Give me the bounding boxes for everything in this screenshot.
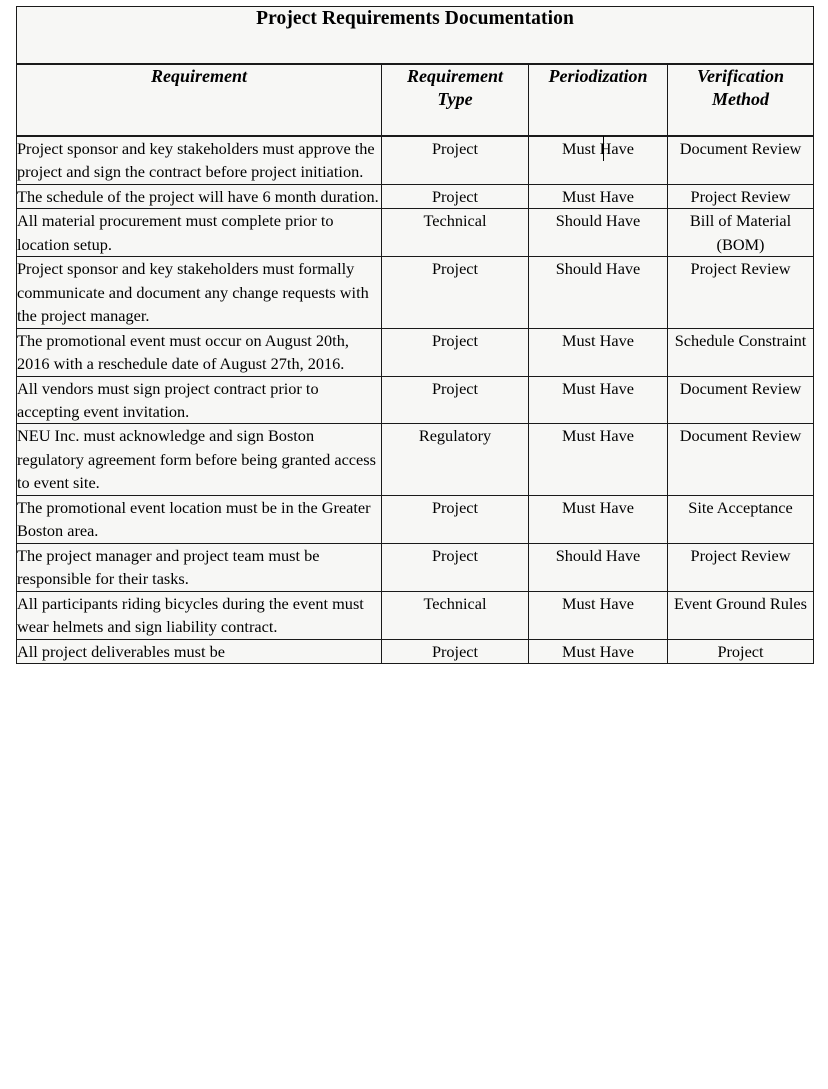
- column-header-verification-method: Verification Method: [667, 63, 814, 137]
- cell-periodization[interactable]: Must Have: [528, 327, 668, 377]
- cell-periodization[interactable]: Must Have: [528, 375, 668, 425]
- cell-requirement[interactable]: The schedule of the project will have 6 …: [16, 183, 382, 210]
- cell-requirement-type[interactable]: Project: [381, 256, 529, 329]
- cell-requirement-type[interactable]: Project: [381, 183, 529, 210]
- cell-requirement[interactable]: Project sponsor and key stakeholders mus…: [16, 135, 382, 185]
- table-row: The schedule of the project will have 6 …: [16, 183, 814, 210]
- requirements-table: Project Requirements Documentation Requi…: [16, 6, 814, 664]
- cell-requirement-type[interactable]: Project: [381, 135, 529, 185]
- column-header-verification-method-label-line2: Method: [711, 88, 769, 109]
- cell-verification-method[interactable]: Project Review: [667, 183, 814, 210]
- cell-periodization[interactable]: Must Have: [528, 638, 668, 664]
- table-row: All material procurement must complete p…: [16, 208, 814, 258]
- cell-verification-method[interactable]: Bill of Material (BOM): [667, 208, 814, 258]
- cell-verification-method[interactable]: Event Ground Rules: [667, 590, 814, 640]
- table-header-row: Requirement Requirement Type Periodizati…: [16, 63, 814, 137]
- cell-periodization[interactable]: Must Have: [528, 590, 668, 640]
- table-row: All participants riding bicycles during …: [16, 590, 814, 640]
- cell-requirement-type[interactable]: Technical: [381, 590, 529, 640]
- cell-verification-method[interactable]: Document Review: [667, 135, 814, 185]
- cell-periodization[interactable]: Should Have: [528, 208, 668, 258]
- table-row: Project sponsor and key stakeholders mus…: [16, 135, 814, 185]
- cell-requirement[interactable]: All participants riding bicycles during …: [16, 590, 382, 640]
- cell-periodization-text: Must Have: [562, 139, 634, 158]
- column-header-requirement-label: Requirement: [150, 66, 247, 86]
- column-header-verification-method-label-line1: Verification: [696, 66, 784, 86]
- table-row: The promotional event location must be i…: [16, 494, 814, 544]
- table-row: NEU Inc. must acknowledge and sign Bosto…: [16, 423, 814, 496]
- cell-requirement[interactable]: The promotional event must occur on Augu…: [16, 327, 382, 377]
- cell-periodization[interactable]: Must Have: [528, 135, 668, 185]
- cell-requirement[interactable]: All material procurement must complete p…: [16, 208, 382, 258]
- table-row: All project deliverables must be Project…: [16, 638, 814, 664]
- column-header-periodization-label: Periodization: [548, 66, 648, 86]
- column-header-requirement-type: Requirement Type: [381, 63, 529, 137]
- table-row: The promotional event must occur on Augu…: [16, 327, 814, 377]
- table-row: Project sponsor and key stakeholders mus…: [16, 256, 814, 329]
- cell-periodization[interactable]: Must Have: [528, 423, 668, 496]
- table-row: The project manager and project team mus…: [16, 542, 814, 592]
- cell-requirement[interactable]: Project sponsor and key stakeholders mus…: [16, 256, 382, 329]
- document-title-cell: Project Requirements Documentation: [16, 6, 814, 65]
- table-row: All vendors must sign project contract p…: [16, 375, 814, 425]
- cell-periodization[interactable]: Should Have: [528, 256, 668, 329]
- table-body: Project Requirements Documentation Requi…: [16, 6, 814, 664]
- text-caret: [603, 136, 605, 162]
- cell-requirement[interactable]: All vendors must sign project contract p…: [16, 375, 382, 425]
- periodization-text-with-caret[interactable]: Must Have: [562, 136, 634, 162]
- cell-periodization[interactable]: Should Have: [528, 542, 668, 592]
- cell-periodization[interactable]: Must Have: [528, 494, 668, 544]
- column-header-periodization: Periodization: [528, 63, 668, 137]
- cell-requirement[interactable]: All project deliverables must be: [16, 638, 382, 664]
- cell-verification-method[interactable]: Site Acceptance: [667, 494, 814, 544]
- cell-verification-method[interactable]: Document Review: [667, 375, 814, 425]
- cell-verification-method[interactable]: Project Review: [667, 542, 814, 592]
- cell-verification-method[interactable]: Project Review: [667, 256, 814, 329]
- page-title: Project Requirements Documentation: [256, 8, 574, 29]
- column-header-requirement-type-label-line1: Requirement: [406, 66, 503, 86]
- cell-periodization[interactable]: Must Have: [528, 183, 668, 210]
- column-header-requirement-type-label-line2: Type: [437, 88, 473, 109]
- table-title-row: Project Requirements Documentation: [16, 6, 814, 65]
- cell-requirement-type[interactable]: Project: [381, 375, 529, 425]
- cell-verification-method[interactable]: Schedule Constraint: [667, 327, 814, 377]
- cell-requirement-type[interactable]: Project: [381, 542, 529, 592]
- document-page: Project Requirements Documentation Requi…: [0, 0, 828, 1089]
- cell-verification-method[interactable]: Project: [667, 638, 814, 664]
- cell-requirement[interactable]: The promotional event location must be i…: [16, 494, 382, 544]
- cell-verification-method[interactable]: Document Review: [667, 423, 814, 496]
- cell-requirement[interactable]: The project manager and project team mus…: [16, 542, 382, 592]
- column-header-requirement: Requirement: [16, 63, 382, 137]
- cell-requirement-type[interactable]: Project: [381, 327, 529, 377]
- cell-requirement-type[interactable]: Project: [381, 494, 529, 544]
- cell-requirement[interactable]: NEU Inc. must acknowledge and sign Bosto…: [16, 423, 382, 496]
- cell-requirement-type[interactable]: Technical: [381, 208, 529, 258]
- cell-requirement-type[interactable]: Regulatory: [381, 423, 529, 496]
- cell-requirement-type[interactable]: Project: [381, 638, 529, 664]
